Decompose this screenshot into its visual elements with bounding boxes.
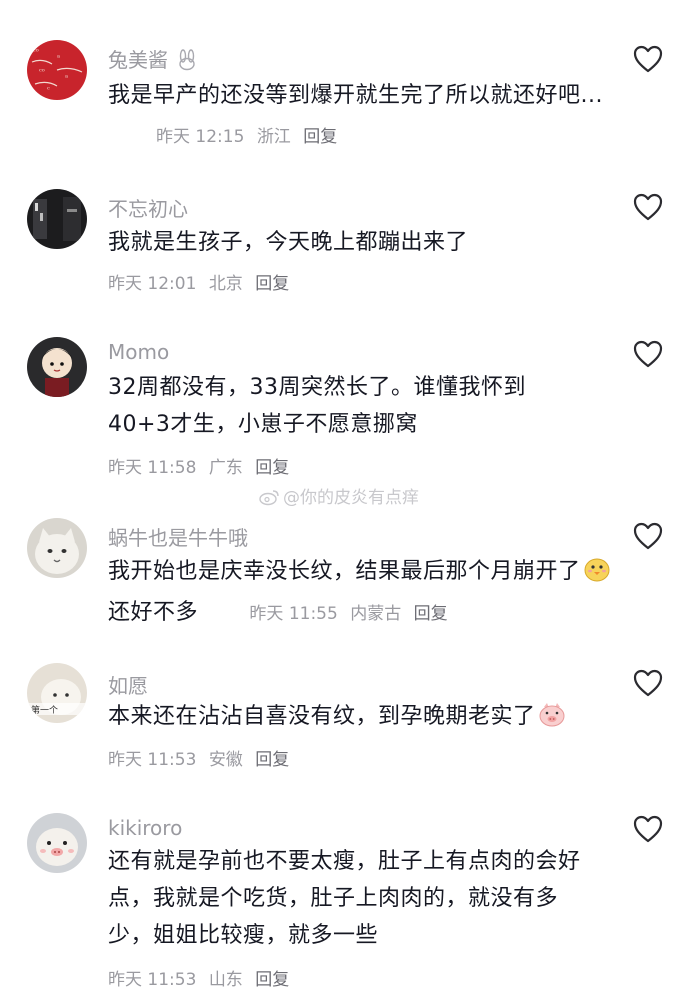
comment-text-b: 还好不多 (108, 600, 199, 625)
reply-button[interactable]: 回复 (255, 970, 289, 990)
username[interactable]: 如愿 (108, 670, 148, 699)
comment-item: 不忘初心 我就是生孩子，今天晚上都蹦出来了 昨天 12:01 北京 回复 (0, 160, 690, 310)
comment-text: 我就是生孩子，今天晚上都蹦出来了 (108, 230, 469, 255)
comment-text-a: 我开始也是庆幸没长纹，结果最后那个月崩开了 (108, 559, 581, 584)
avatar[interactable] (27, 518, 87, 578)
username[interactable]: 兔美酱 (108, 44, 200, 76)
reply-button[interactable]: 回复 (255, 458, 289, 478)
chick-emoji-icon (583, 556, 611, 594)
comment-meta: 昨天 12:01 北京 回复 (108, 269, 296, 294)
heart-outline-icon[interactable] (633, 669, 663, 697)
heart-outline-icon[interactable] (633, 45, 663, 73)
svg-text:ᵃ: ᵃ (65, 73, 68, 82)
pig-emoji-icon (538, 701, 566, 739)
heart-outline-icon[interactable] (633, 522, 663, 550)
comment-meta: 昨天 12:15 浙江 回复 (156, 122, 344, 147)
comment-location: 山东 (208, 970, 243, 990)
username[interactable]: 蜗牛也是牛牛哦 (108, 522, 248, 551)
comment-item: kikiroro 还有就是孕前也不要太瘦，肚子上有点肉的会好点，我就是个吃货，肚… (0, 800, 690, 990)
comment-text: 本来还在沾沾自喜没有纹，到孕晚期老实了 (108, 698, 618, 739)
avatar[interactable] (27, 337, 87, 397)
comment-time: 昨天 11:55 (249, 604, 338, 624)
heart-outline-icon[interactable] (633, 815, 663, 843)
heart-outline-icon[interactable] (633, 340, 663, 368)
svg-text:ᶜᵒ: ᶜᵒ (39, 67, 45, 76)
svg-text:第一个: 第一个 (31, 704, 58, 716)
reply-button[interactable]: 回复 (255, 750, 289, 770)
comment-item: 蜗牛也是牛牛哦 我开始也是庆幸没长纹，结果最后那个月崩开了 还好不多 昨天 11… (0, 500, 690, 650)
username[interactable]: Momo (108, 340, 169, 364)
comment-item: 第一个 如愿 本来还在沾沾自喜没有纹，到孕晚期老实了 昨天 11:53 安徽 回… (0, 650, 690, 800)
avatar[interactable] (27, 813, 87, 873)
avatar[interactable]: 第一个 (27, 663, 87, 723)
comment-time: 昨天 11:53 (108, 970, 197, 990)
comment-text: 还有就是孕前也不要太瘦，肚子上有点肉的会好点，我就是个吃货，肚子上肉肉的，就没有… (108, 849, 581, 948)
comment-location: 浙江 (256, 127, 291, 147)
reply-button[interactable]: 回复 (414, 604, 448, 624)
comment-time: 昨天 11:58 (108, 458, 197, 478)
reply-button[interactable]: 回复 (255, 274, 289, 294)
comment-location: 北京 (208, 274, 243, 294)
comment-meta: 昨天 11:58 广东 回复 (108, 453, 296, 478)
svg-text:ᶜᵒ: ᶜᵒ (33, 47, 39, 56)
username[interactable]: 不忘初心 (108, 193, 188, 222)
comment-meta: 昨天 11:53 安徽 回复 (108, 745, 296, 770)
comment-text: 32周都没有，33周突然长了。谁懂我怀到40+3才生，小崽子不愿意挪窝 (108, 375, 526, 437)
rabbit-emoji-icon (176, 49, 198, 76)
comment-item: ᶜᵒ ᵃ ᶜᵒ ᵃ ᶜ 兔美酱 我是早产的还没等到爆开就生完了所以就还好吧... (0, 0, 690, 160)
comment-text: 我开始也是庆幸没长纹，结果最后那个月崩开了 还好不多 昨天 11:55 内蒙古 … (108, 553, 618, 633)
svg-text:ᵃ: ᵃ (57, 53, 60, 62)
comment-time: 昨天 12:15 (156, 127, 245, 147)
comment-location: 内蒙古 (350, 604, 402, 624)
comment-item: Momo 32周都没有，33周突然长了。谁懂我怀到40+3才生，小崽子不愿意挪窝… (0, 310, 690, 500)
comment-time: 昨天 11:53 (108, 750, 197, 770)
comment-location: 广东 (208, 458, 243, 478)
comment-meta: 昨天 11:55 内蒙古 回复 (244, 604, 455, 624)
heart-outline-icon[interactable] (633, 193, 663, 221)
comment-location: 安徽 (208, 750, 243, 770)
avatar[interactable] (27, 189, 87, 249)
svg-text:ᶜ: ᶜ (47, 85, 50, 94)
avatar[interactable]: ᶜᵒ ᵃ ᶜᵒ ᵃ ᶜ (27, 40, 87, 100)
reply-button[interactable]: 回复 (303, 127, 337, 147)
comment-meta: 昨天 11:53 山东 回复 (108, 965, 296, 990)
username[interactable]: kikiroro (108, 816, 182, 840)
comment-text: 我是早产的还没等到爆开就生完了所以就还好吧... (108, 83, 603, 108)
comment-time: 昨天 12:01 (108, 274, 197, 294)
